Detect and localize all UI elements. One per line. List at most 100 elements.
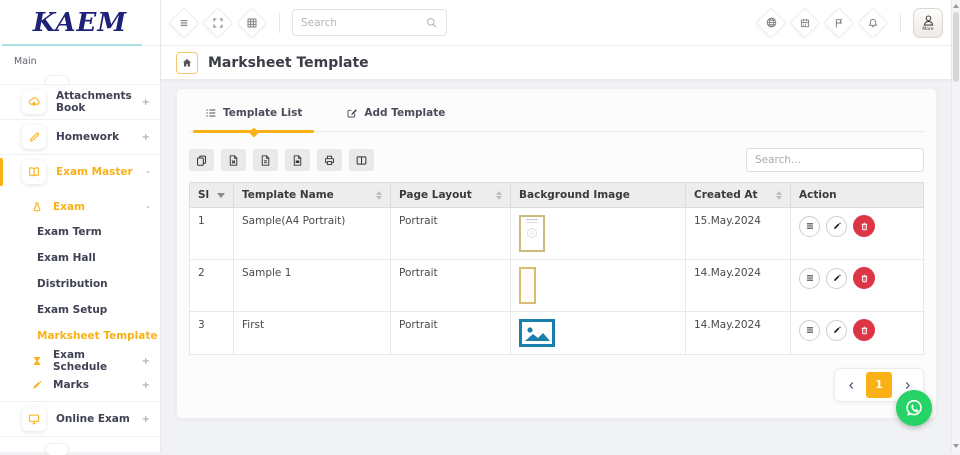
- template-table: Sl Template Name Page Layout Background …: [189, 182, 924, 355]
- column-visibility-button[interactable]: [349, 149, 374, 171]
- notifications-button[interactable]: [858, 8, 888, 38]
- scroll-down-icon[interactable]: [953, 444, 959, 448]
- sidebar-item-marks[interactable]: Marks +: [0, 373, 160, 397]
- sidebar-item-distribution[interactable]: Distribution: [0, 271, 160, 297]
- edit-button[interactable]: [826, 320, 847, 341]
- copy-button[interactable]: [189, 149, 214, 171]
- language-button[interactable]: [756, 8, 786, 38]
- edit-button[interactable]: [826, 216, 847, 237]
- delete-button[interactable]: [853, 215, 875, 237]
- brand-logo[interactable]: KAEM: [0, 0, 160, 46]
- expand-plus-icon: +: [142, 414, 150, 425]
- chevron-left-icon: [846, 380, 857, 391]
- brand-logo-text: KAEM: [33, 8, 127, 38]
- cell-created-at: 15.May.2024: [686, 208, 791, 260]
- cloud-upload-icon: [27, 95, 41, 109]
- sidebar-item-exam-schedule[interactable]: Exam Schedule +: [0, 349, 160, 373]
- apps-grid-button[interactable]: [237, 8, 267, 38]
- active-tab-notch: [249, 128, 259, 138]
- sidebar-item-label: Marks: [53, 379, 142, 391]
- table-header-row: Sl Template Name Page Layout Background …: [190, 183, 924, 208]
- sidebar-item-marksheet-template[interactable]: Marksheet Template: [0, 323, 160, 349]
- expand-plus-icon: +: [142, 380, 150, 391]
- flag-button[interactable]: [824, 8, 854, 38]
- row-menu-button[interactable]: [799, 320, 820, 341]
- page-number-button[interactable]: 1: [866, 372, 892, 398]
- user-avatar-button[interactable]: More: [913, 8, 943, 38]
- global-search-input[interactable]: [301, 17, 425, 29]
- sidebar-item-exam[interactable]: Exam -: [0, 195, 160, 219]
- sidebar-item-attachments-book[interactable]: Attachments Book +: [0, 85, 160, 119]
- column-header-background-image[interactable]: Background Image: [511, 183, 686, 208]
- sort-desc-icon: [217, 193, 225, 198]
- export-pdf-button[interactable]: [285, 149, 310, 171]
- collapse-minus-icon: -: [146, 202, 150, 213]
- a4-portrait-blank-thumbnail: [519, 267, 536, 304]
- cell-sl: 2: [190, 260, 234, 312]
- divider: [279, 13, 280, 33]
- calendar-icon: [799, 17, 811, 29]
- expand-plus-icon: +: [142, 97, 150, 108]
- prev-page-button[interactable]: [838, 372, 864, 398]
- row-menu-button[interactable]: [799, 216, 820, 237]
- sidebar-section-label: Main: [0, 46, 160, 75]
- home-button[interactable]: [176, 52, 198, 74]
- tab-template-list[interactable]: Template List: [201, 107, 306, 131]
- calendar-button[interactable]: [790, 8, 820, 38]
- expand-plus-icon: +: [142, 356, 150, 367]
- row-menu-button[interactable]: [799, 268, 820, 289]
- pen-icon: [30, 379, 44, 391]
- sidebar-item-online-exam[interactable]: Online Exam +: [0, 402, 160, 436]
- template-card: Template List Add Template: [176, 88, 937, 419]
- cell-sl: 1: [190, 208, 234, 260]
- cell-action: [791, 260, 924, 312]
- sidebar-item-label: Attachments Book: [56, 90, 142, 114]
- column-header-template-name[interactable]: Template Name: [234, 183, 391, 208]
- export-csv-button[interactable]: [253, 149, 278, 171]
- file-csv-icon: [259, 154, 272, 167]
- flask-icon: [30, 201, 44, 213]
- edit-button[interactable]: [826, 268, 847, 289]
- fullscreen-button[interactable]: [203, 8, 233, 38]
- sidebar-item-exam-hall[interactable]: Exam Hall: [0, 245, 160, 271]
- scrollbar[interactable]: [951, 0, 960, 452]
- search-icon: [425, 16, 438, 29]
- tabs: Template List Add Template: [189, 89, 924, 132]
- tab-label: Template List: [223, 107, 302, 119]
- sidebar-item-exam-setup[interactable]: Exam Setup: [0, 297, 160, 323]
- cell-template-name: Sample 1: [234, 260, 391, 312]
- scroll-up-icon[interactable]: [953, 4, 959, 8]
- sidebar-item-label: Exam Schedule: [53, 349, 142, 373]
- person-icon: [921, 13, 936, 28]
- sidebar-item-exam-master[interactable]: Exam Master -: [0, 155, 160, 189]
- page-title: Marksheet Template: [208, 55, 369, 71]
- file-excel-icon: [227, 154, 240, 167]
- flag-icon: [833, 17, 845, 29]
- hamburger-icon: [805, 273, 815, 283]
- print-button[interactable]: [317, 149, 342, 171]
- a4-portrait-preview-thumbnail: [519, 215, 545, 252]
- scrollbar-thumb[interactable]: [953, 12, 959, 82]
- column-header-sl[interactable]: Sl: [190, 183, 234, 208]
- cell-page-layout: Portrait: [391, 208, 511, 260]
- delete-button[interactable]: [853, 319, 875, 341]
- sidebar-item-homework[interactable]: Homework +: [0, 120, 160, 154]
- table-search-input[interactable]: [746, 148, 924, 172]
- delete-button[interactable]: [853, 267, 875, 289]
- whatsapp-button[interactable]: [896, 390, 932, 426]
- cell-created-at: 14.May.2024: [686, 260, 791, 312]
- column-header-page-layout[interactable]: Page Layout: [391, 183, 511, 208]
- monitor-icon: [27, 412, 41, 426]
- sidebar: KAEM Main Attachments Book + Homework + …: [0, 0, 161, 452]
- hamburger-icon: [178, 17, 190, 29]
- sidebar-item-exam-term[interactable]: Exam Term: [0, 219, 160, 245]
- cell-background-image: [511, 312, 686, 355]
- hamburger-icon: [805, 221, 815, 231]
- sidebar-item-label: Exam: [53, 201, 146, 213]
- hamburger-icon: [805, 325, 815, 335]
- column-header-created-at[interactable]: Created At: [686, 183, 791, 208]
- export-excel-button[interactable]: [221, 149, 246, 171]
- expand-plus-icon: +: [142, 132, 150, 143]
- tab-add-template[interactable]: Add Template: [342, 107, 449, 131]
- menu-toggle-button[interactable]: [169, 8, 199, 38]
